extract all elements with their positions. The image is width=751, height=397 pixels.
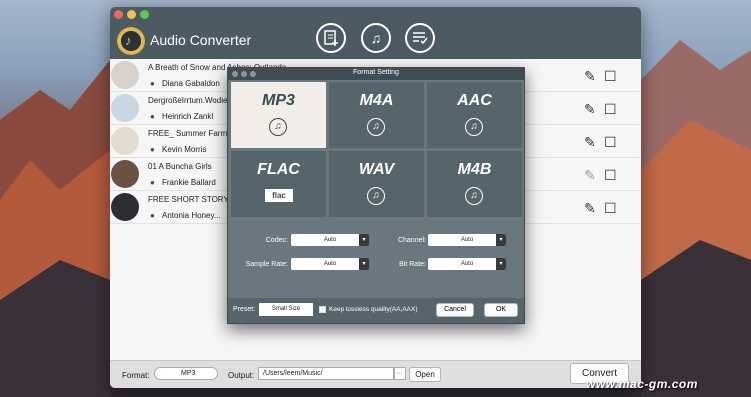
music-note-icon: ♫ [367,118,385,136]
flac-badge-icon: flac [265,189,293,202]
lossless-checkbox[interactable] [319,306,326,313]
open-button[interactable]: Open [409,367,441,382]
app-logo: ♪ [117,27,145,55]
output-path-field[interactable]: /Users/leem/Music/ [258,367,394,380]
history-button[interactable] [405,23,435,53]
format-label: Format: [122,371,150,380]
cover-thumbnail [111,94,139,122]
format-option-flac[interactable]: FLAC flac [231,151,326,217]
add-file-icon [324,30,338,46]
track-author: Diana Gabaldon [162,79,220,88]
add-files-button[interactable] [316,23,346,53]
codec-select[interactable]: Auto ▾ [291,234,369,246]
magic-wand-icon[interactable]: ✎ [584,134,596,151]
format-setting-dialog: Format Setting MP3 ♫ M4A ♫ AAC ♫ FLAC fl… [227,67,525,324]
format-option-m4b[interactable]: M4B ♫ [427,151,522,217]
dialog-title: Format Setting [353,69,399,76]
add-music-icon: ♫ [370,30,382,46]
edit-icon[interactable]: ☐ [604,167,617,184]
preset-field[interactable]: Small Size [259,303,313,316]
output-label: Output: [228,371,255,380]
track-title: 01 A Buncha Girls [148,162,212,171]
track-author: Heinrich Zankl [162,112,214,121]
cover-thumbnail [111,193,139,221]
format-name: MP3 [262,92,295,109]
format-grid: MP3 ♫ M4A ♫ AAC ♫ FLAC flac WAV ♫ M4B ♫ [231,82,523,218]
cover-thumbnail [111,61,139,89]
track-title: FREE SHORT STORY_ [148,195,234,204]
list-check-icon [413,32,428,45]
bit-rate-select[interactable]: Auto ▾ [428,258,506,270]
edit-icon[interactable]: ☐ [604,200,617,217]
bit-rate-label: Bit Rate: [399,261,426,268]
sample-rate-select[interactable]: Auto ▾ [291,258,369,270]
magic-wand-icon[interactable]: ✎ [584,68,596,85]
magic-wand-icon[interactable]: ✎ [584,200,596,217]
music-note-icon: ♫ [367,187,385,205]
browse-button[interactable]: ··· [394,367,406,380]
track-title: DergroßeIrrtum.Wodie [148,96,228,105]
edit-icon[interactable]: ☐ [604,68,617,85]
format-value: MP3 [181,370,196,377]
watermark: www.mac-gm.com [586,377,698,391]
magic-wand-icon[interactable]: ✎ [584,101,596,118]
music-note-icon: ♫ [465,187,483,205]
minimize-window-button[interactable] [127,10,136,19]
person-icon: ● [150,211,155,220]
format-option-aac[interactable]: AAC ♫ [427,82,522,148]
track-author: Antonia Honey... [162,211,221,220]
person-icon: ● [150,112,155,121]
magic-wand-icon[interactable]: ✎ [584,167,596,184]
codec-label: Codec: [265,237,288,244]
format-option-mp3[interactable]: MP3 ♫ [231,82,326,148]
track-author: Frankie Ballard [162,178,216,187]
track-title: FREE_ Summer Farmer [148,129,235,138]
track-author: Kevin Morris [162,145,207,154]
format-name: AAC [457,92,492,109]
edit-icon[interactable]: ☐ [604,134,617,151]
person-icon: ● [150,178,155,187]
format-name: M4A [359,92,394,109]
channel-select[interactable]: Auto ▾ [428,234,506,246]
music-note-icon: ♫ [465,118,483,136]
preset-label: Preset: [233,306,256,313]
person-icon: ● [150,145,155,154]
close-window-button[interactable] [114,10,123,19]
title-bar: ♪ Audio Converter ♫ [110,7,641,59]
format-name: M4B [457,161,492,178]
format-option-m4a[interactable]: M4A ♫ [329,82,424,148]
ok-button[interactable]: OK [484,303,518,317]
zoom-window-button[interactable] [140,10,149,19]
dropdown-arrow-icon: ▾ [496,258,506,270]
dialog-title-bar: Format Setting [228,68,524,80]
cancel-button[interactable]: Cancel [436,303,474,317]
edit-icon[interactable]: ☐ [604,101,617,118]
add-music-button[interactable]: ♫ [361,23,391,53]
bottom-bar: Format: MP3 Output: /Users/leem/Music/ ·… [110,360,641,388]
music-note-icon: ♫ [269,118,287,136]
dialog-footer: Preset: Small Size Keep lossless quality… [228,298,524,323]
format-option-wav[interactable]: WAV ♫ [329,151,424,217]
cover-thumbnail [111,160,139,188]
sample-rate-label: Sample Rate: [245,261,288,268]
cover-thumbnail [111,127,139,155]
channel-label: Channel: [397,237,426,244]
output-path: /Users/leem/Music/ [263,370,323,377]
app-title: Audio Converter [150,32,252,48]
format-select[interactable]: MP3 [154,367,218,380]
format-name: FLAC [257,161,300,178]
lossless-label: Keep lossless quality(AA,AAX) [329,306,418,313]
format-name: WAV [358,161,395,178]
dropdown-arrow-icon: ▾ [496,234,506,246]
person-icon: ● [150,79,155,88]
